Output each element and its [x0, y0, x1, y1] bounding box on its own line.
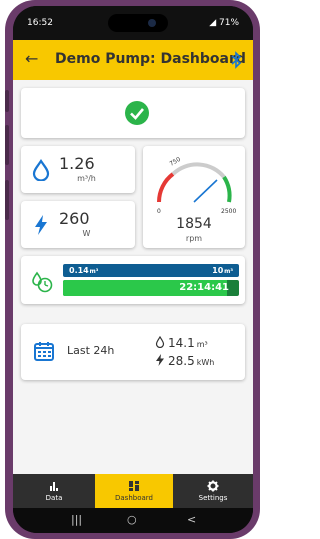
gauge-max-label: 2500	[221, 208, 236, 215]
page-title: Demo Pump: Dashboard	[55, 51, 246, 67]
system-navigation-bar: ||| ○ <	[13, 508, 253, 533]
back-button[interactable]: <	[187, 513, 196, 526]
volume-progress-bar: 0.14 m³ 10 m³	[63, 264, 239, 277]
calendar-icon	[34, 342, 54, 361]
status-bar: 16:52 ◢ 71%	[13, 6, 253, 40]
power-card: 260 W	[21, 201, 135, 248]
last-24h-card: Last 24h 14.1 m³ 28.5 kWh	[21, 324, 245, 380]
gear-icon	[207, 480, 219, 492]
gauge-mark-label: 750	[169, 156, 183, 168]
gauge-min-label: 0	[157, 208, 161, 215]
bottom-navigation: Data Dashboard Settings	[13, 474, 253, 508]
status-time: 16:52	[27, 18, 53, 28]
power-button	[5, 180, 9, 220]
dashboard-icon	[129, 481, 139, 491]
nav-data[interactable]: Data	[13, 474, 95, 508]
flow-unit: m³/h	[77, 174, 96, 183]
water-drop-icon	[32, 159, 50, 181]
recent-apps-button[interactable]: |||	[71, 513, 82, 526]
nav-settings[interactable]: Settings	[173, 474, 253, 508]
bluetooth-icon[interactable]	[229, 51, 243, 69]
water-timer-icon	[32, 271, 53, 293]
summary-volume-unit: m³	[196, 340, 208, 349]
rpm-value: 1854	[176, 216, 212, 232]
check-circle-icon	[125, 101, 149, 125]
summary-volume-value: 14.1	[168, 336, 195, 350]
volume-up-button	[5, 90, 9, 112]
volume-down-button	[5, 125, 9, 165]
flow-value: 1.26	[59, 154, 95, 173]
summary-label: Last 24h	[67, 344, 115, 357]
nav-settings-label: Settings	[198, 494, 228, 502]
nav-dashboard-label: Dashboard	[115, 494, 153, 502]
home-button[interactable]: ○	[127, 513, 137, 526]
camera-cutout	[108, 14, 168, 32]
lightning-icon	[156, 354, 164, 366]
nav-data-label: Data	[45, 494, 63, 502]
flow-rate-card: 1.26 m³/h	[21, 146, 135, 193]
bar-chart-icon	[50, 482, 58, 491]
water-drop-icon	[155, 336, 165, 348]
phone-frame: 16:52 ◢ 71% ← Demo Pump: Dashboard 1.26 …	[5, 0, 260, 539]
power-value: 260	[59, 209, 90, 228]
progress-card: 0.14 m³ 10 m³ 22:14:41	[21, 256, 245, 304]
status-indicators: ◢ 71%	[209, 18, 239, 28]
pump-status-card	[21, 88, 245, 138]
summary-energy-unit: kWh	[196, 358, 215, 367]
rpm-unit: rpm	[185, 234, 203, 243]
dashboard-content: 1.26 m³/h 260 W 0 750 2500 1854 rpm 0.14…	[13, 80, 253, 474]
volume-done: 0.14	[69, 266, 89, 275]
volume-target-unit: m³	[224, 268, 233, 275]
volume-done-unit: m³	[89, 268, 99, 275]
rpm-gauge-card: 0 750 2500 1854 rpm	[143, 146, 245, 248]
screen: 16:52 ◢ 71% ← Demo Pump: Dashboard 1.26 …	[13, 6, 253, 533]
power-unit: W	[82, 229, 91, 238]
rpm-gauge: 0 750 2500	[157, 156, 236, 215]
volume-target: 10	[212, 266, 224, 275]
remaining-time: 22:14:41	[179, 282, 229, 293]
summary-energy: 28.5 kWh	[155, 354, 214, 368]
lightning-icon	[35, 215, 47, 235]
summary-volume: 14.1 m³	[155, 336, 208, 350]
app-bar: ← Demo Pump: Dashboard	[13, 40, 253, 80]
arrow-left-icon[interactable]: ←	[25, 50, 43, 68]
time-progress-bar: 22:14:41	[63, 280, 239, 296]
summary-energy-value: 28.5	[168, 354, 195, 368]
nav-dashboard[interactable]: Dashboard	[95, 474, 173, 508]
